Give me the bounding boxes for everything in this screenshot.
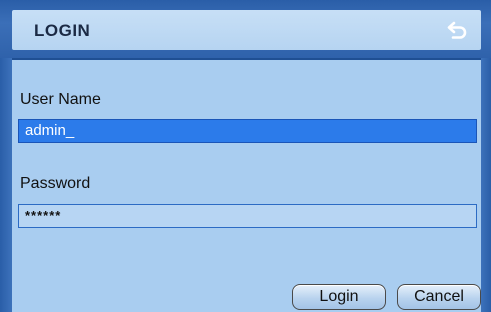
cancel-button[interactable]: Cancel — [397, 284, 481, 310]
password-field[interactable]: ****** — [18, 204, 477, 228]
return-arrow-icon[interactable] — [446, 18, 470, 42]
username-field[interactable]: admin_ — [18, 119, 477, 143]
login-button[interactable]: Login — [292, 284, 386, 310]
frame-right-border — [481, 58, 491, 312]
frame-left-border — [0, 58, 12, 312]
dialog-title: LOGIN — [34, 21, 91, 40]
password-label: Password — [20, 175, 91, 192]
login-dialog: LOGIN User Name admin_ Password ****** L… — [0, 0, 491, 312]
title-bar: LOGIN — [0, 0, 491, 58]
username-label: User Name — [20, 91, 101, 108]
